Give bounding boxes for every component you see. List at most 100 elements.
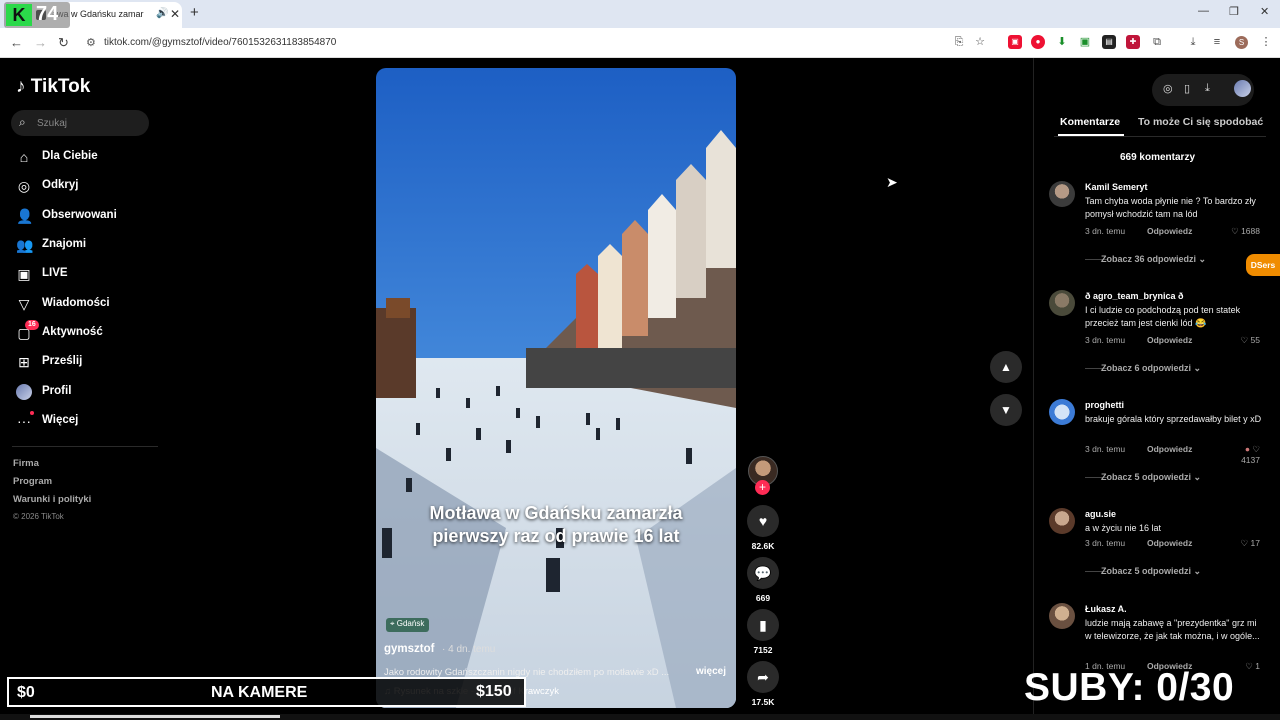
comment-username[interactable]: ð agro_team_brynica ð <box>1085 291 1184 301</box>
view-replies-button[interactable]: Zobacz 6 odpowiedzi ⌄ <box>1101 363 1201 374</box>
save-button[interactable]: ▮ <box>747 609 779 641</box>
follow-plus-icon[interactable]: + <box>755 480 770 495</box>
tab-comments[interactable]: Komentarze <box>1060 116 1120 128</box>
sidebar-item-for-you[interactable]: ⌂ Dla Ciebie <box>16 147 156 169</box>
browser-profile-avatar[interactable]: S <box>1235 36 1248 49</box>
share-button[interactable]: ➦ <box>747 661 779 693</box>
search-box[interactable]: ⌕ <box>11 110 149 136</box>
comment-time: 3 dn. temu <box>1085 538 1126 548</box>
video-player[interactable]: Motława w Gdańsku zamarzła pierwszy raz … <box>376 68 736 708</box>
extension-green-icon[interactable]: ▣ <box>1078 35 1092 49</box>
more-dots-icon: ··· <box>17 413 31 429</box>
sidebar-item-messages[interactable]: ▽ Wiadomości <box>16 294 156 316</box>
extensions-puzzle-icon[interactable]: ⧉ <box>1150 35 1164 49</box>
footer-link-program[interactable]: Program <box>13 476 52 487</box>
copyright: © 2026 TikTok <box>13 512 64 521</box>
sidebar-item-explore[interactable]: ◎ Odkryj <box>16 176 156 198</box>
tab-related[interactable]: To może Ci się spodobać <box>1138 116 1263 128</box>
reload-icon[interactable]: ↻ <box>58 35 69 51</box>
screen: awa w Gdańsku zamar 🔊 ✕ + — ❐ ✕ K 74 ← →… <box>0 0 1280 720</box>
site-info-icon[interactable]: ⚙ <box>86 36 96 49</box>
view-replies-button[interactable]: Zobacz 5 odpowiedzi ⌄ <box>1101 566 1201 577</box>
comment-username[interactable]: proghetti <box>1085 400 1124 410</box>
sidebar-item-following[interactable]: 👤 Obserwowani <box>16 206 156 228</box>
reply-button[interactable]: Odpowiedz <box>1147 444 1192 454</box>
comments-panel: ◎ ▯ ⤓ Komentarze To może Ci się spodobać… <box>1033 58 1280 720</box>
back-arrow-icon[interactable]: ← <box>10 35 23 50</box>
sidebar-item-live[interactable]: ▣ LIVE <box>16 264 156 286</box>
view-replies-label: Zobacz 5 odpowiedzi <box>1101 472 1192 482</box>
tiktok-note-icon: ♪ <box>16 76 26 97</box>
more-link[interactable]: więcej <box>696 666 726 677</box>
restore-button[interactable]: ❐ <box>1229 5 1239 18</box>
window-close-button[interactable]: ✕ <box>1260 5 1269 18</box>
sidebar-item-profile[interactable]: Profil <box>16 382 156 404</box>
comment-like-button[interactable]: ♡ 55 <box>1225 335 1260 346</box>
comment-text: brakuje górala który sprzedawałby bilet … <box>1085 414 1262 424</box>
share-count: 17.5K <box>751 697 775 707</box>
forward-arrow-icon[interactable]: → <box>34 35 47 50</box>
dsers-extension-tab[interactable]: DSers <box>1246 254 1280 276</box>
tiktok-logo[interactable]: ♪ TikTok <box>16 76 90 98</box>
comment-button[interactable]: 💬 <box>747 557 779 589</box>
browser-toolbar: ← → ↻ ⚙ tiktok.com/@gymsztof/video/76015… <box>0 28 1280 58</box>
phone-icon[interactable]: ▯ <box>1184 82 1190 95</box>
comment-like-button[interactable]: ♡ 1688 <box>1225 226 1260 237</box>
profile-avatar-icon <box>16 384 32 400</box>
reply-button[interactable]: Odpowiedz <box>1147 538 1192 548</box>
menu-kebab-icon[interactable]: ⋮ <box>1259 35 1273 49</box>
user-avatar[interactable] <box>1234 80 1251 97</box>
sidebar-item-activity[interactable]: ▢ 16 Aktywność <box>16 320 156 345</box>
extension-red-icon[interactable]: ✚ <box>1126 35 1140 49</box>
minimize-button[interactable]: — <box>1198 5 1209 17</box>
comment-like-button[interactable]: ● ♡ 4137 <box>1225 444 1260 465</box>
install-app-icon[interactable]: ⎘ <box>952 35 966 49</box>
commenter-avatar[interactable] <box>1049 290 1075 316</box>
heart-outline-icon: ♡ <box>1252 444 1260 454</box>
commenter-avatar[interactable] <box>1049 399 1075 425</box>
stream-logo: K 74 <box>4 2 70 28</box>
commenter-avatar[interactable] <box>1049 603 1075 629</box>
address-bar[interactable]: tiktok.com/@gymsztof/video/7601532631183… <box>104 37 336 48</box>
new-tab-button[interactable]: + <box>190 4 199 21</box>
comment-time: 3 dn. temu <box>1085 226 1126 236</box>
footer-link-terms[interactable]: Warunki i polityki <box>13 494 91 505</box>
sidebar-item-label: Aktywność <box>42 326 103 338</box>
heart-outline-icon: ♡ <box>1231 226 1242 236</box>
video-frame <box>376 68 736 708</box>
sidebar-item-label: Znajomi <box>42 238 87 250</box>
next-video-button[interactable]: ▼ <box>990 394 1022 426</box>
extension-adblock-icon[interactable]: ▣ <box>1008 35 1022 49</box>
comment-username[interactable]: Kamil Semeryt <box>1085 182 1148 192</box>
reply-button[interactable]: Odpowiedz <box>1147 226 1192 236</box>
extension-abp-icon[interactable]: ● <box>1031 35 1045 49</box>
commenter-avatar[interactable] <box>1049 181 1075 207</box>
video-author[interactable]: gymsztof <box>384 643 434 655</box>
media-queue-icon[interactable]: ≡ <box>1210 35 1224 49</box>
search-input[interactable] <box>37 115 137 131</box>
download-icon[interactable]: ⤓ <box>1205 82 1210 95</box>
like-button[interactable]: ♥ <box>747 505 779 537</box>
extension-download-icon[interactable]: ⬇ <box>1055 35 1069 49</box>
prev-video-button[interactable]: ▲ <box>990 351 1022 383</box>
sidebar-item-upload[interactable]: ⊞ Prześlij <box>16 352 156 374</box>
footer-link-company[interactable]: Firma <box>13 458 39 469</box>
share-arrow-icon: ➦ <box>757 669 769 685</box>
comment-username[interactable]: Łukasz A. <box>1085 604 1127 614</box>
compass-icon[interactable]: ◎ <box>1163 82 1173 95</box>
commenter-avatar[interactable] <box>1049 508 1075 534</box>
view-replies-button[interactable]: Zobacz 36 odpowiedzi ⌄ <box>1101 254 1206 265</box>
comment-like-button[interactable]: ♡ 17 <box>1225 538 1260 549</box>
location-tag[interactable]: ⌖ Gdańsk <box>386 618 430 632</box>
view-replies-button[interactable]: Zobacz 5 odpowiedzi ⌄ <box>1101 472 1201 483</box>
reply-button[interactable]: Odpowiedz <box>1147 335 1192 345</box>
sidebar-item-friends[interactable]: 👥 Znajomi <box>16 235 156 257</box>
extension-dark-icon[interactable]: ▤ <box>1102 35 1116 49</box>
sidebar-item-more[interactable]: ··· Więcej <box>16 411 156 433</box>
speaker-icon[interactable]: 🔊 <box>156 8 168 19</box>
comment-username[interactable]: agu.sie <box>1085 509 1116 519</box>
sidebar-item-label: Profil <box>42 385 72 397</box>
close-icon[interactable]: ✕ <box>170 7 180 21</box>
bookmark-star-icon[interactable]: ☆ <box>973 35 987 49</box>
downloads-icon[interactable]: ⤓ <box>1186 35 1200 49</box>
